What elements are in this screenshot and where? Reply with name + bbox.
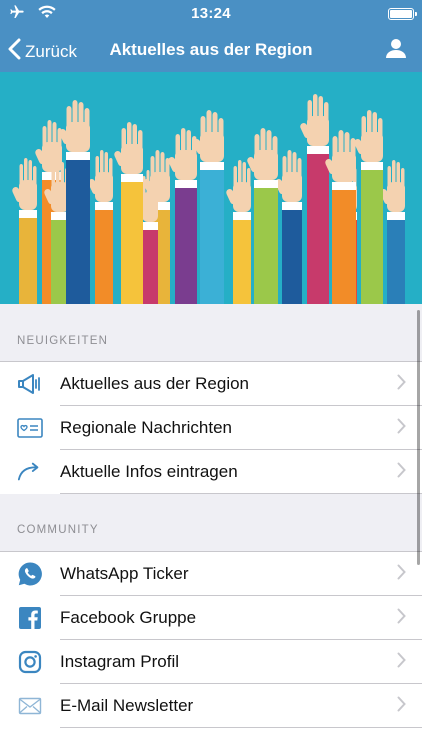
- section-header-neuigkeiten: NEUIGKEITEN: [0, 304, 422, 361]
- status-bar: 13:24: [0, 0, 422, 30]
- chevron-right-icon: [397, 696, 406, 717]
- row-aktuelles-region[interactable]: Aktuelles aus der Region: [0, 362, 422, 406]
- news-card-icon: [17, 415, 43, 441]
- row-label: Instagram Profil: [60, 652, 180, 671]
- row-label: E-Mail Newsletter: [60, 696, 194, 715]
- row-infos-eintragen[interactable]: Aktuelle Infos eintragen: [0, 450, 422, 494]
- chevron-right-icon: [397, 374, 406, 395]
- section-neuigkeiten: Aktuelles aus der Region Regionale Nachr…: [0, 361, 422, 494]
- row-whatsapp-ticker[interactable]: WhatsApp Ticker: [0, 552, 422, 596]
- hero-image-raised-hands: [0, 72, 422, 304]
- section-community: WhatsApp Ticker Facebook Gruppe Instagra…: [0, 551, 422, 728]
- chevron-right-icon: [397, 608, 406, 629]
- row-label: Facebook Gruppe: [60, 608, 197, 627]
- mail-icon: [17, 693, 43, 719]
- battery-icon: [388, 8, 417, 20]
- row-label: Aktuelle Infos eintragen: [60, 462, 238, 481]
- nav-bar: Zurück Aktuelles aus der Region: [0, 30, 422, 70]
- row-facebook-gruppe[interactable]: Facebook Gruppe: [0, 596, 422, 640]
- instagram-icon: [17, 649, 43, 675]
- row-regionale-nachrichten[interactable]: Regionale Nachrichten: [0, 406, 422, 450]
- chevron-right-icon: [397, 462, 406, 483]
- megaphone-icon: [17, 371, 43, 397]
- row-instagram-profil[interactable]: Instagram Profil: [0, 640, 422, 684]
- facebook-icon: [17, 605, 43, 631]
- person-icon: [386, 39, 406, 62]
- page-title: Aktuelles aus der Region: [109, 40, 313, 59]
- chevron-right-icon: [397, 418, 406, 439]
- row-label: Aktuelles aus der Region: [60, 374, 250, 393]
- row-email-newsletter[interactable]: E-Mail Newsletter: [0, 684, 422, 728]
- share-arrow-icon: [17, 459, 43, 485]
- scrollbar[interactable]: [417, 310, 420, 565]
- row-label: Regionale Nachrichten: [60, 418, 232, 437]
- section-header-community: COMMUNITY: [0, 494, 422, 551]
- menu-list: NEUIGKEITEN Aktuelles aus der Region Reg…: [0, 304, 422, 750]
- status-time: 13:24: [191, 5, 231, 22]
- chevron-right-icon: [397, 564, 406, 585]
- profile-button[interactable]: [386, 38, 406, 63]
- row-label: WhatsApp Ticker: [60, 564, 189, 583]
- whatsapp-icon: [17, 561, 43, 587]
- chevron-right-icon: [397, 652, 406, 673]
